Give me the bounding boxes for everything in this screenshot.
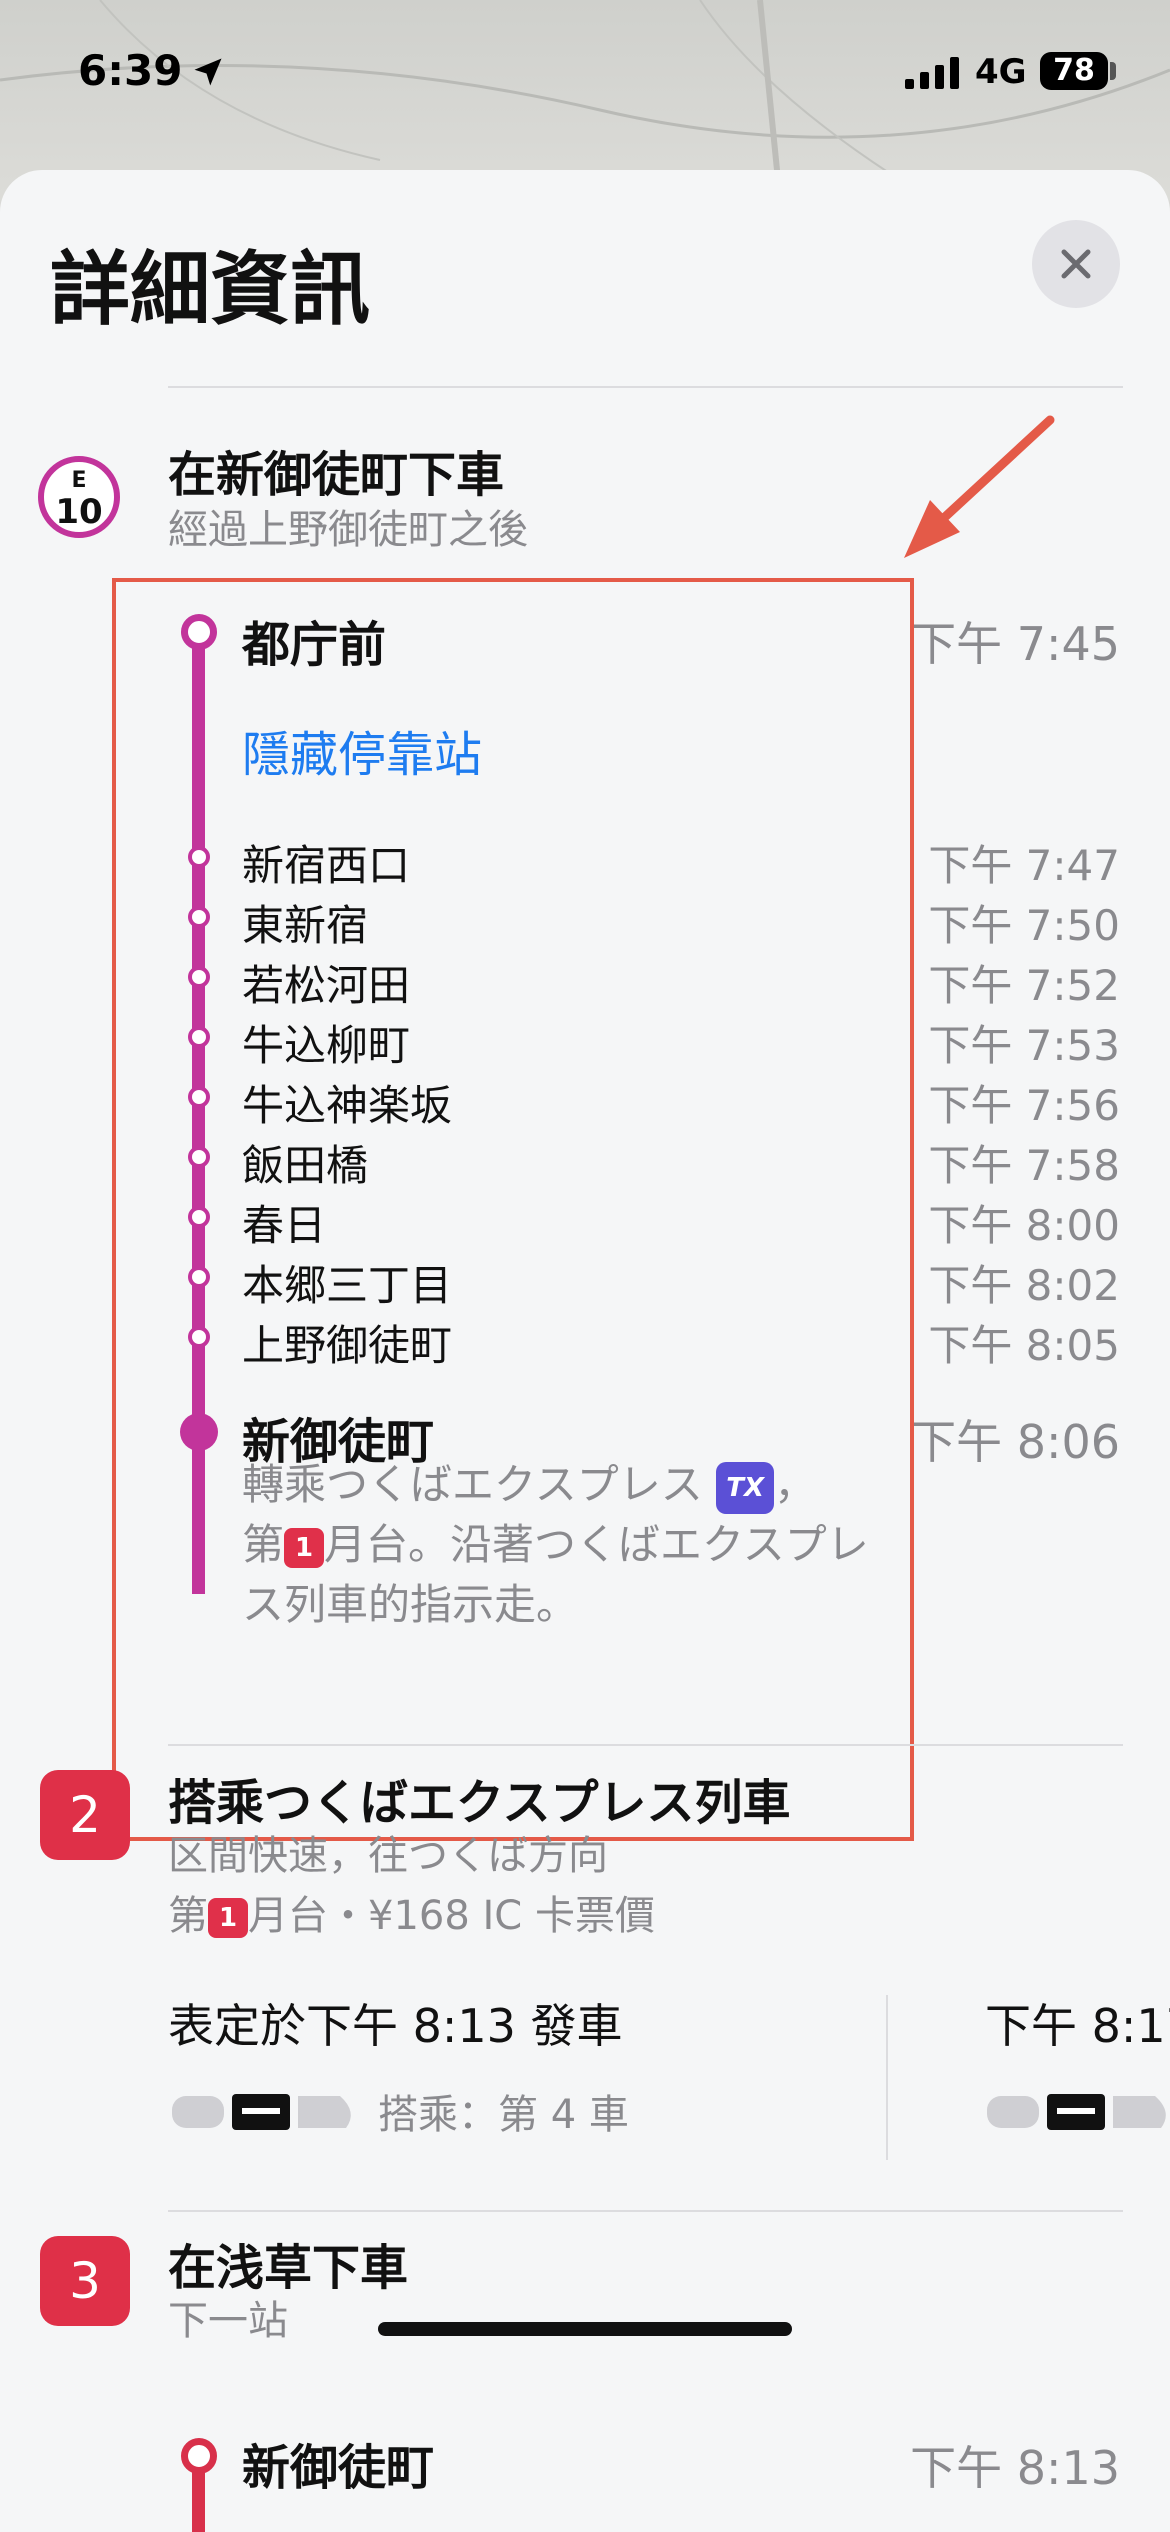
network-type: 4G bbox=[975, 52, 1027, 92]
line-badge-number: 10 bbox=[55, 492, 103, 532]
annotation-highlight-box bbox=[112, 578, 914, 1841]
step1-title: 在新御徒町下車 bbox=[168, 447, 505, 503]
location-arrow-icon bbox=[194, 58, 222, 86]
step2-subtitle: 区間快速，往つくば方向 bbox=[168, 1833, 608, 1879]
departure-option-next[interactable]: 下午 8:17 bbox=[985, 1990, 1170, 2056]
departure-option-selected[interactable]: 表定於下午 8:13 發車 bbox=[168, 1990, 623, 2056]
annotation-arrow-icon bbox=[904, 415, 1055, 558]
battery-level: 78 bbox=[1053, 53, 1095, 88]
start-stop-time: 下午 7:45 bbox=[910, 617, 1120, 671]
cellular-signal-icon bbox=[905, 57, 959, 89]
divider bbox=[886, 1995, 888, 2160]
stop-time: 下午 8:05 bbox=[928, 1321, 1120, 1370]
page-title: 詳細資訊 bbox=[50, 243, 370, 336]
stop-time: 下午 7:58 bbox=[928, 1141, 1120, 1190]
step2-number-badge: 2 bbox=[40, 1770, 130, 1860]
stop-time: 下午 7:47 bbox=[928, 841, 1120, 890]
status-bar: 6:39 4G 78 bbox=[0, 0, 1170, 150]
platform-badge: 1 bbox=[208, 1898, 248, 1938]
train-cars-icon bbox=[172, 2094, 351, 2130]
stop-time: 下午 7:50 bbox=[928, 901, 1120, 950]
divider bbox=[168, 2210, 1123, 2212]
step3-first-stop-name: 新御徒町 bbox=[242, 2440, 435, 2496]
platform-fare-text: 月台・¥168 IC 卡票價 bbox=[248, 1893, 655, 1939]
home-indicator[interactable] bbox=[378, 2322, 792, 2336]
car-recommendation: 搭乘：第 4 車 bbox=[378, 2092, 629, 2138]
divider bbox=[168, 1744, 1123, 1746]
platform-prefix: 第 bbox=[168, 1893, 208, 1939]
battery-icon: 78 bbox=[1040, 52, 1108, 90]
divider bbox=[168, 386, 1123, 388]
close-icon bbox=[1061, 249, 1091, 279]
step3-first-stop-time: 下午 8:13 bbox=[910, 2441, 1120, 2495]
tx-route-line bbox=[192, 2470, 205, 2532]
stop-time: 下午 7:52 bbox=[928, 961, 1120, 1010]
line-badge-letter: E bbox=[71, 468, 87, 493]
stop-time: 下午 7:56 bbox=[928, 1081, 1120, 1130]
step2-platform-fare: 第 1 月台・¥168 IC 卡票價 bbox=[168, 1883, 655, 1941]
stop-time: 下午 8:02 bbox=[928, 1261, 1120, 1310]
stop-time: 下午 8:00 bbox=[928, 1201, 1120, 1250]
end-stop-time: 下午 8:06 bbox=[910, 1415, 1120, 1469]
status-time: 6:39 bbox=[78, 46, 183, 95]
close-button[interactable] bbox=[1032, 220, 1120, 308]
step3-subtitle: 下一站 bbox=[168, 2298, 288, 2344]
train-cars-icon bbox=[987, 2094, 1166, 2130]
details-sheet: 詳細資訊 E 10 在新御徒町下車 經過上野御徒町之後 都庁前 下午 7:45 … bbox=[0, 170, 1170, 2532]
step1-subtitle: 經過上野御徒町之後 bbox=[168, 507, 528, 553]
step3-number-badge: 3 bbox=[40, 2236, 130, 2326]
battery-cap bbox=[1110, 62, 1116, 80]
stop-time: 下午 7:53 bbox=[928, 1021, 1120, 1070]
oedo-line-badge: E 10 bbox=[38, 456, 120, 538]
stop-marker-start bbox=[181, 2438, 217, 2474]
